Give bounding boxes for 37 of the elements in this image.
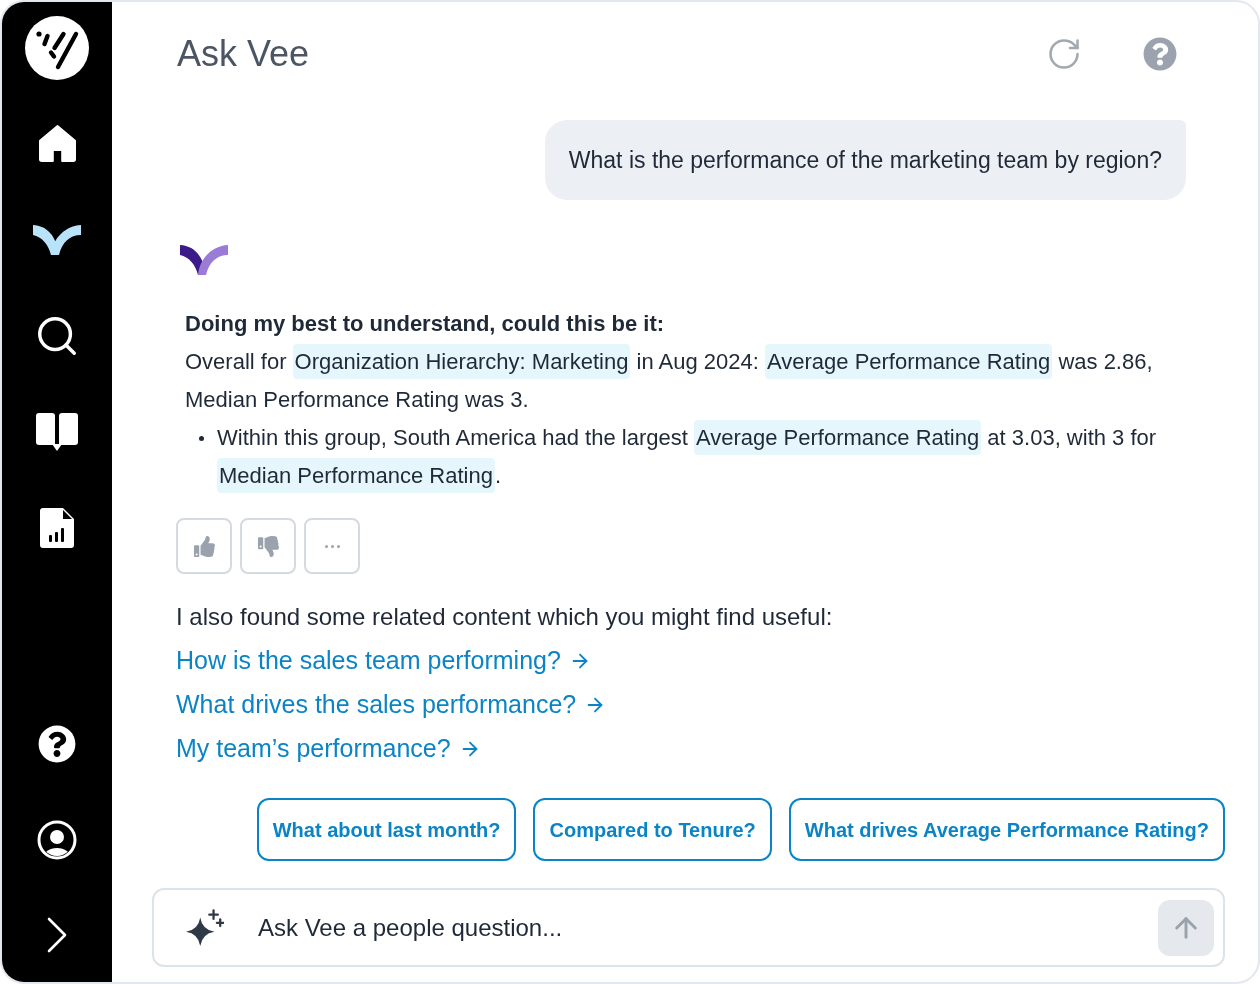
send-button[interactable] xyxy=(1158,899,1214,956)
response-heading: Doing my best to understand, could this be it: xyxy=(185,310,666,338)
related-question-link[interactable]: What drives the sales performance? xyxy=(176,683,607,727)
response-summary: Overall for Organization Hierarchy: Marketing in Aug 2024: Average Performance Rating was 2.86, Median Performance Rating was 3. xyxy=(185,343,1210,419)
home-icon xyxy=(38,125,76,163)
book-icon xyxy=(36,413,78,451)
related-intro: I also found some related content which you might find useful: xyxy=(176,602,834,632)
help-icon xyxy=(1143,37,1177,71)
refresh-icon xyxy=(1046,36,1082,72)
question-field[interactable]: Ask Vee a people question... xyxy=(152,888,1225,967)
user-message-bubble: What is the performance of the marketing team by region? xyxy=(544,120,1186,200)
sparkle-icon xyxy=(186,908,224,947)
ellipsis-icon xyxy=(324,544,340,548)
report-icon xyxy=(40,508,74,548)
thumbs-down-button[interactable] xyxy=(240,518,296,574)
v-mark-icon xyxy=(33,224,81,256)
bullet-icon xyxy=(199,436,204,441)
related-question-link[interactable]: My team’s performance? xyxy=(176,727,481,771)
suggestion-chip[interactable]: Compared to Tenure? xyxy=(533,798,772,861)
highlighted-term[interactable]: Average Performance Rating xyxy=(693,420,982,455)
v-mark-icon xyxy=(180,245,228,275)
highlighted-term[interactable]: Organization Hierarchy: Marketing xyxy=(292,344,631,379)
thumbs-up-icon xyxy=(193,535,215,557)
related-question-link[interactable]: How is the sales team performing? xyxy=(176,639,591,683)
response-bullet: Within this group, South America had the largest Average Performance Rating at 3.03, with 3 for Median Performance Rating. xyxy=(217,419,1210,495)
chevron-right-icon xyxy=(46,917,68,953)
highlighted-term[interactable]: Average Performance Rating xyxy=(764,344,1053,379)
page-title: Ask Vee xyxy=(177,32,310,76)
user-avatar-icon xyxy=(37,820,77,860)
thumbs-down-icon xyxy=(257,535,279,557)
suggestion-chip[interactable]: What about last month? xyxy=(256,798,517,861)
thumbs-up-button[interactable] xyxy=(176,518,232,574)
question-input[interactable]: Ask Vee a people question... xyxy=(258,903,1158,952)
suggestion-chip[interactable]: What drives Average Performance Rating? xyxy=(788,798,1225,861)
highlighted-term[interactable]: Median Performance Rating xyxy=(217,458,495,493)
app-logo-icon[interactable] xyxy=(25,16,89,80)
help-icon xyxy=(38,725,76,763)
